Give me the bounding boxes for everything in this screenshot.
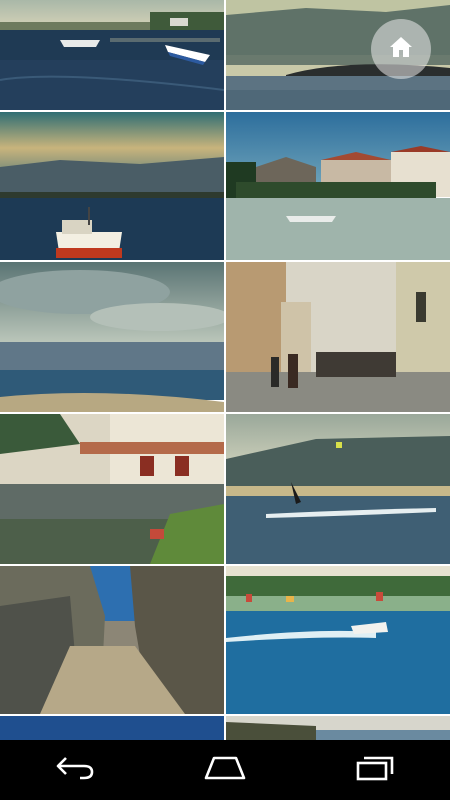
photo-stone-alley[interactable]	[0, 566, 224, 714]
back-icon	[52, 754, 98, 786]
home-nav-button[interactable]	[190, 745, 260, 795]
photo-partial-bottom-left[interactable]	[0, 716, 224, 740]
navigation-bar	[0, 740, 450, 800]
photo-cafe-terrace[interactable]	[0, 414, 224, 564]
back-button[interactable]	[40, 745, 110, 795]
home-button[interactable]	[371, 19, 431, 79]
home-icon	[388, 35, 414, 63]
photo-kitesurf-beach[interactable]	[0, 262, 224, 412]
recent-apps-button[interactable]	[340, 745, 410, 795]
photo-grid	[0, 0, 450, 740]
photo-partial-bottom-right[interactable]	[226, 716, 450, 740]
photo-jetski[interactable]	[226, 566, 450, 714]
photo-harbor-boats[interactable]	[0, 0, 224, 110]
photo-boat-sunset[interactable]	[0, 112, 224, 260]
home-nav-icon	[202, 754, 248, 786]
photo-kitesurfer[interactable]	[226, 414, 450, 564]
recent-apps-icon	[352, 754, 398, 786]
photo-street-people[interactable]	[226, 262, 450, 412]
photo-village-waterfront[interactable]	[226, 112, 450, 260]
